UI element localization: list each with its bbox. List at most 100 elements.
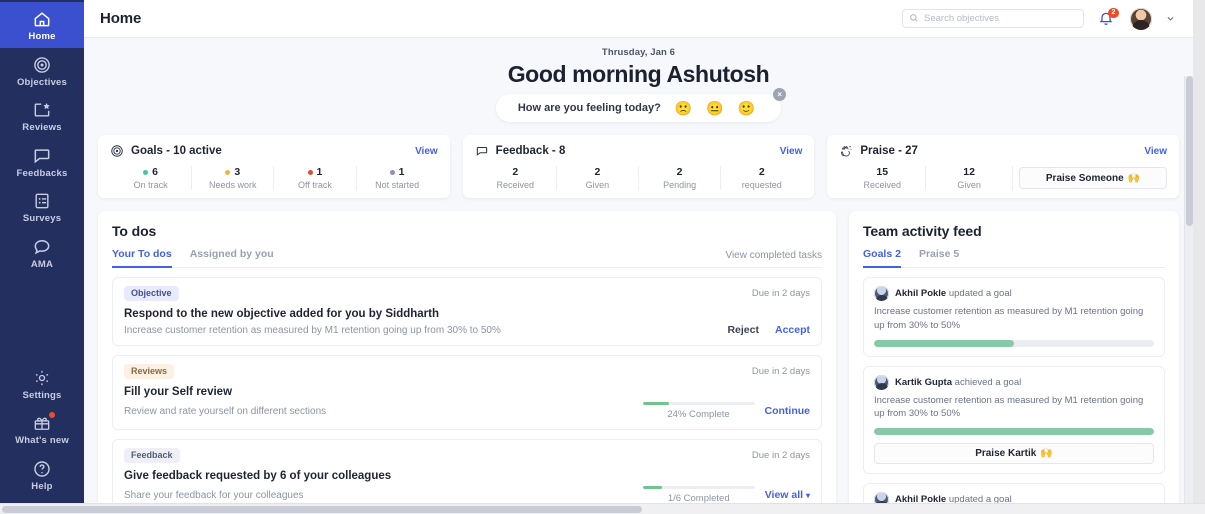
reject-button[interactable]: Reject [727, 324, 759, 336]
sidebar-item-label: Home [28, 31, 56, 42]
progress-label: 24% Complete [667, 409, 730, 420]
progress-track [874, 428, 1154, 436]
sidebar-item-reviews[interactable]: Reviews [0, 93, 84, 139]
view-all-button[interactable]: View all ▾ [765, 489, 810, 501]
tab-goals[interactable]: Goals 2 [863, 248, 901, 268]
feedback-view-link[interactable]: View [780, 146, 803, 157]
feed-goal-text: Increase customer retention as measured … [874, 394, 1144, 420]
progress-track [642, 402, 755, 405]
metric-value: 6 [152, 166, 158, 178]
feed-item-header: Akhil Pokle updated a goal [874, 492, 1154, 503]
metric-value: 2 [676, 166, 683, 178]
metric-label: requested [741, 180, 782, 190]
activity-feed-panel: Team activity feed Goals 2 Praise 5 Akhi… [849, 211, 1179, 503]
sidebar-item-label: Reviews [22, 122, 62, 133]
mood-question: How are you feeling today? [517, 102, 661, 114]
metric-value: 2 [758, 166, 765, 178]
praise-someone-button[interactable]: Praise Someone 🙌 [1019, 167, 1167, 189]
horizontal-scrollbar[interactable] [0, 503, 1205, 514]
sidebar-item-ama[interactable]: AMA [0, 230, 84, 276]
todos-tabs: Your To dos Assigned by you View complet… [112, 248, 822, 268]
todo-header: Feedback Due in 2 days [124, 448, 810, 463]
progress-fill [874, 339, 1014, 347]
sidebar-item-whats-new[interactable]: What's new [0, 406, 84, 452]
tab-praise[interactable]: Praise 5 [919, 248, 959, 268]
metric-value: 1 [398, 166, 405, 178]
sidebar-item-surveys[interactable]: Surveys [0, 184, 84, 230]
todo-progress: 24% Complete [642, 402, 755, 420]
avatar [874, 374, 889, 390]
sidebar-item-label: Feedbacks [16, 167, 68, 179]
sidebar-item-settings[interactable]: Settings [0, 361, 84, 407]
metric-label: Not started [375, 180, 420, 190]
search-box[interactable] [902, 9, 1084, 28]
mood-neutral-icon[interactable]: 😐 [706, 101, 723, 115]
sidebar-item-label: Objectives [16, 76, 68, 88]
mood-happy-icon[interactable]: 🙂 [738, 101, 755, 115]
vertical-scrollbar[interactable] [1184, 76, 1193, 503]
feedback-card-title: Feedback - 8 [495, 145, 566, 157]
metric-pending: 2 Pending [639, 166, 722, 190]
feed-action: updated a goal [948, 288, 1012, 299]
goals-summary-card: Goals - 10 active View 6 On track 3 Need… [98, 135, 450, 198]
topbar-actions: 2 [902, 7, 1175, 30]
praise-kartik-button[interactable]: Praise Kartik 🙌 [874, 443, 1154, 465]
metric-top: 1 [361, 166, 434, 178]
lower-panels: To dos Your To dos Assigned by you View … [98, 211, 1179, 503]
accept-button[interactable]: Accept [775, 324, 810, 336]
close-icon[interactable]: × [773, 88, 787, 101]
metric-off-track: 1 Off track [274, 166, 357, 190]
question-circle-icon [32, 459, 52, 479]
praise-action-cell: Praise Someone 🙌 [1013, 166, 1167, 190]
mood-sad-icon[interactable]: 🙁 [675, 101, 692, 115]
todo-actions: Reject Accept [727, 324, 810, 336]
chevron-down-icon: ▾ [805, 491, 810, 500]
feed-item: Akhil Pokle updated a goal Increase cust… [863, 277, 1165, 357]
todo-title: Fill your Self review [124, 386, 233, 398]
raised-hands-icon: 🙌 [1040, 448, 1053, 460]
tab-your-todos[interactable]: Your To dos [112, 248, 172, 268]
sidebar-item-home[interactable]: Home [0, 2, 84, 48]
metric-top: 6 [114, 166, 187, 178]
horizontal-scrollbar-thumb[interactable] [2, 506, 642, 513]
goals-view-link[interactable]: View [415, 146, 438, 157]
sidebar-item-label: What's new [15, 435, 69, 446]
todo-footer: Share your feedback for your colleagues … [124, 486, 810, 503]
progress-fill [642, 402, 670, 405]
search-input[interactable] [924, 13, 1077, 24]
todo-list: Objective Due in 2 days Respond to the n… [112, 268, 822, 503]
feed-tabs: Goals 2 Praise 5 [863, 248, 1165, 268]
vertical-scrollbar-thumb[interactable] [1186, 76, 1193, 226]
sidebar-item-feedbacks[interactable]: Feedbacks [0, 139, 84, 185]
feedback-metrics: 2 Received 2 Given 2 Pending 2 requested [475, 166, 803, 190]
avatar[interactable] [1130, 7, 1152, 30]
home-icon [32, 9, 52, 29]
chat-bubble-icon [32, 146, 52, 166]
todo-row: Reviews Due in 2 days Fill your Self rev… [112, 355, 822, 430]
feed-item: Akhil Pokle updated a goal Increase cust… [863, 483, 1165, 503]
goals-metrics: 6 On track 3 Needs work 1 Off track 1 No… [110, 166, 438, 190]
sidebar-item-help[interactable]: Help [0, 452, 84, 504]
whats-new-badge [49, 412, 55, 418]
tab-assigned-by-you[interactable]: Assigned by you [190, 248, 274, 268]
greeting-date: Thrusday, Jan 6 [601, 47, 676, 58]
progress-track [874, 339, 1154, 347]
metric-label: Off track [298, 180, 332, 190]
praise-view-link[interactable]: View [1144, 146, 1167, 157]
notifications-button[interactable]: 2 [1098, 7, 1119, 28]
sidebar-item-label: Surveys [22, 213, 62, 224]
feed-actor-name: Akhil Pokle [895, 494, 947, 503]
continue-button[interactable]: Continue [765, 405, 811, 417]
metric-on-track: 6 On track [110, 166, 193, 190]
todo-description: Increase customer retention as measured … [124, 324, 501, 336]
todo-due: Due in 2 days [751, 366, 810, 377]
feed-actor: Akhil Pokle updated a goal [895, 494, 1012, 503]
view-completed-tasks-link[interactable]: View completed tasks [725, 250, 822, 267]
praise-someone-label: Praise Someone [1045, 172, 1124, 184]
todo-due: Due in 2 days [751, 450, 810, 461]
feed-action: updated a goal [948, 494, 1012, 503]
todo-due: Due in 2 days [751, 288, 810, 299]
chevron-down-icon[interactable] [1166, 14, 1175, 23]
sidebar-item-objectives[interactable]: Objectives [0, 48, 84, 94]
